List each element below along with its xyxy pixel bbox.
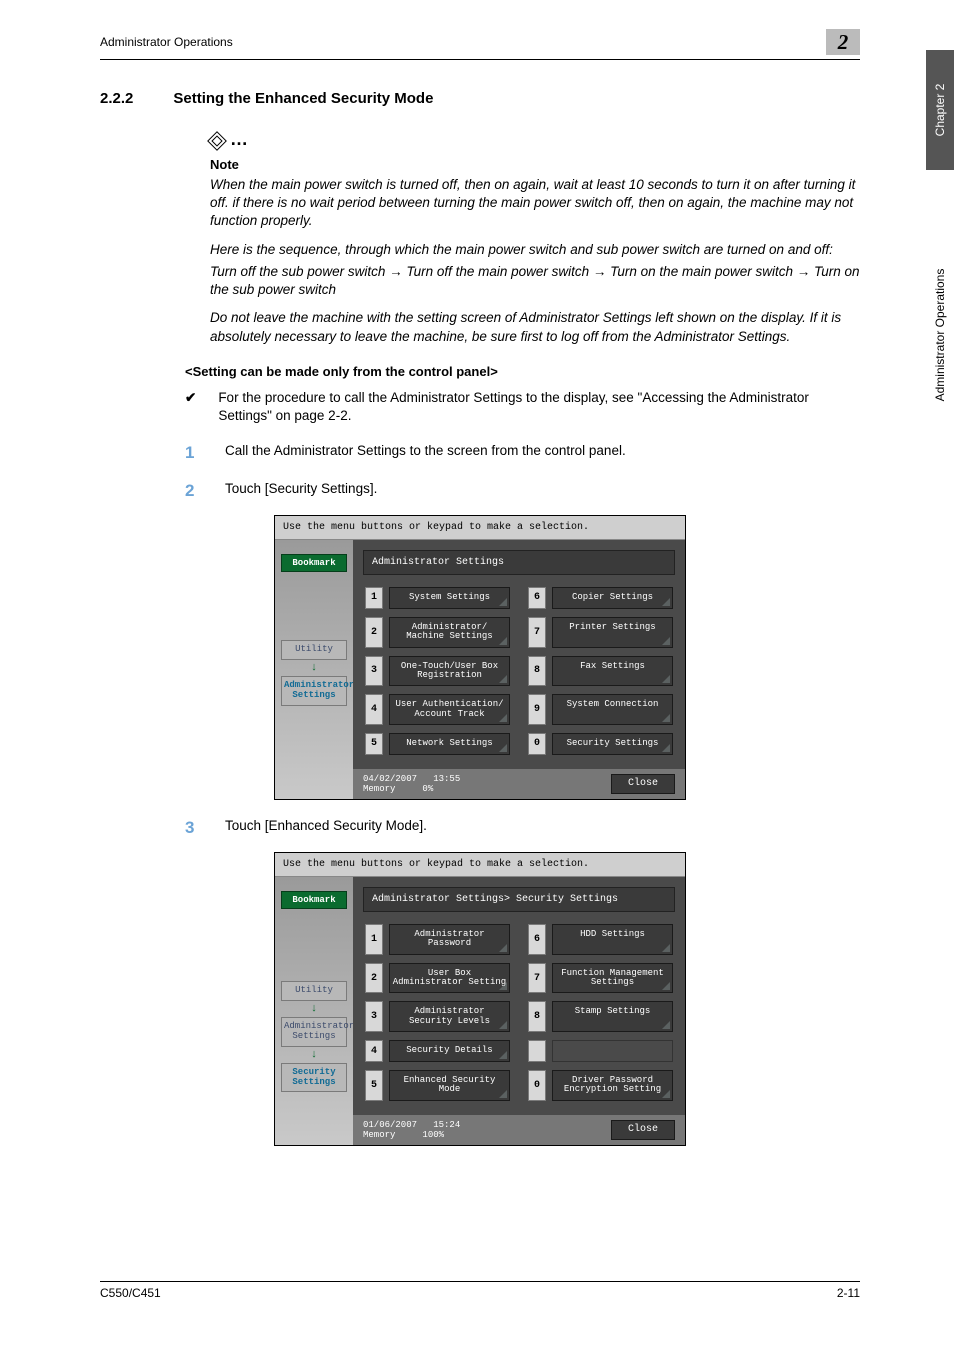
option-admin-security-levels[interactable]: Administrator Security Levels [389,1001,510,1032]
step-2: 2 Touch [Security Settings]. [185,481,860,501]
status-bar: 04/02/2007 13:55 Memory 0% Close [353,769,685,799]
option-number: 2 [365,617,383,648]
precondition-text: For the procedure to call the Administra… [218,389,860,425]
option-function-mgmt[interactable]: Function Management Settings [552,963,673,994]
arrow-down-icon: ↓ [275,1049,353,1061]
memory-label: Memory [363,784,395,794]
ellipsis-icon: … [230,129,248,149]
step-1: 1 Call the Administrator Settings to the… [185,443,860,463]
note-para: Do not leave the machine with the settin… [210,309,860,345]
option-hdd-settings[interactable]: HDD Settings [552,924,673,955]
option-enhanced-security-mode[interactable]: Enhanced Security Mode [389,1070,510,1101]
panel-instruction: Use the menu buttons or keypad to make a… [275,853,685,877]
option-number: 7 [528,617,546,648]
panel-instruction: Use the menu buttons or keypad to make a… [275,516,685,540]
option-number: 6 [528,924,546,955]
running-head: Administrator Operations 2 [100,35,860,60]
nav-admin-settings[interactable]: Administrator Settings [281,1017,347,1047]
option-user-auth[interactable]: User Authentication/ Account Track [389,694,510,725]
memory-value: 100% [422,1130,444,1140]
note-para: Here is the sequence, through which the … [210,241,860,259]
chapter-number-box: 2 [826,29,860,55]
nav-utility[interactable]: Utility [281,640,347,660]
status-time: 13:55 [433,774,460,784]
device-panel-admin-settings: Use the menu buttons or keypad to make a… [274,515,686,800]
bookmark-button[interactable]: Bookmark [281,891,347,909]
memory-label: Memory [363,1130,395,1140]
option-number: 8 [528,1001,546,1032]
nav-security-settings[interactable]: Security Settings [281,1063,347,1093]
arrow-down-icon: ↓ [275,1003,353,1015]
step-text: Touch [Security Settings]. [225,481,377,501]
note-block: … Note When the main power switch is tur… [210,132,860,346]
option-stamp-settings[interactable]: Stamp Settings [552,1001,673,1032]
option-copier-settings[interactable]: Copier Settings [552,587,673,608]
option-driver-password-encryption[interactable]: Driver Password Encryption Setting [552,1070,673,1101]
footer-model: C550/C451 [100,1286,161,1300]
device-panel-security-settings: Use the menu buttons or keypad to make a… [274,852,686,1146]
status-time: 15:24 [433,1120,460,1130]
option-fax-settings[interactable]: Fax Settings [552,656,673,687]
step-number: 3 [185,818,203,838]
memory-value: 0% [422,784,433,794]
page-footer: C550/C451 2-11 [100,1281,860,1300]
panel-header: Administrator Settings [363,550,675,575]
option-number-empty [528,1040,546,1061]
close-button[interactable]: Close [611,774,675,794]
option-number: 0 [528,1070,546,1101]
close-button[interactable]: Close [611,1120,675,1140]
option-empty [552,1040,673,1061]
option-system-settings[interactable]: System Settings [389,587,510,608]
option-admin-password[interactable]: Administrator Password [389,924,510,955]
option-printer-settings[interactable]: Printer Settings [552,617,673,648]
option-network-settings[interactable]: Network Settings [389,733,510,754]
bookmark-button[interactable]: Bookmark [281,554,347,572]
side-tab-section: Administrator Operations [926,250,954,420]
option-admin-machine[interactable]: Administrator/ Machine Settings [389,617,510,648]
nav-admin-settings[interactable]: Administrator Settings [281,676,347,706]
option-system-connection[interactable]: System Connection [552,694,673,725]
section-title: Setting the Enhanced Security Mode [173,90,433,107]
option-number: 3 [365,1001,383,1032]
option-number: 5 [365,1070,383,1101]
section-heading: 2.2.2 Setting the Enhanced Security Mode [100,90,860,107]
option-number: 0 [528,733,546,754]
option-number: 3 [365,656,383,687]
option-number: 9 [528,694,546,725]
arrow-down-icon: ↓ [275,662,353,674]
option-number: 1 [365,924,383,955]
section-number: 2.2.2 [100,90,133,107]
status-date: 04/02/2007 [363,774,417,784]
note-para: Turn off the sub power switch → Turn off… [210,263,860,299]
option-security-details[interactable]: Security Details [389,1040,510,1061]
option-onetouch-userbox[interactable]: One-Touch/User Box Registration [389,656,510,687]
option-security-settings[interactable]: Security Settings [552,733,673,754]
step-number: 2 [185,481,203,501]
note-title: Note [210,157,860,172]
nav-utility[interactable]: Utility [281,981,347,1001]
status-date: 01/06/2007 [363,1120,417,1130]
note-para: When the main power switch is turned off… [210,176,860,231]
panel-header: Administrator Settings> Security Setting… [363,887,675,912]
check-icon: ✔ [185,389,196,425]
step-text: Touch [Enhanced Security Mode]. [225,818,427,838]
option-number: 1 [365,587,383,608]
option-number: 5 [365,733,383,754]
note-icon [207,131,227,151]
step-3: 3 Touch [Enhanced Security Mode]. [185,818,860,838]
status-bar: 01/06/2007 15:24 Memory 100% Close [353,1115,685,1145]
option-user-box-admin[interactable]: User Box Administrator Setting [389,963,510,994]
precondition: ✔ For the procedure to call the Administ… [185,389,860,425]
side-tab-chapter: Chapter 2 [926,50,954,170]
option-number: 7 [528,963,546,994]
option-number: 4 [365,694,383,725]
option-number: 6 [528,587,546,608]
sub-heading: <Setting can be made only from the contr… [185,364,860,379]
footer-page: 2-11 [837,1286,860,1300]
option-number: 4 [365,1040,383,1061]
option-number: 8 [528,656,546,687]
option-number: 2 [365,963,383,994]
step-text: Call the Administrator Settings to the s… [225,443,626,463]
step-number: 1 [185,443,203,463]
